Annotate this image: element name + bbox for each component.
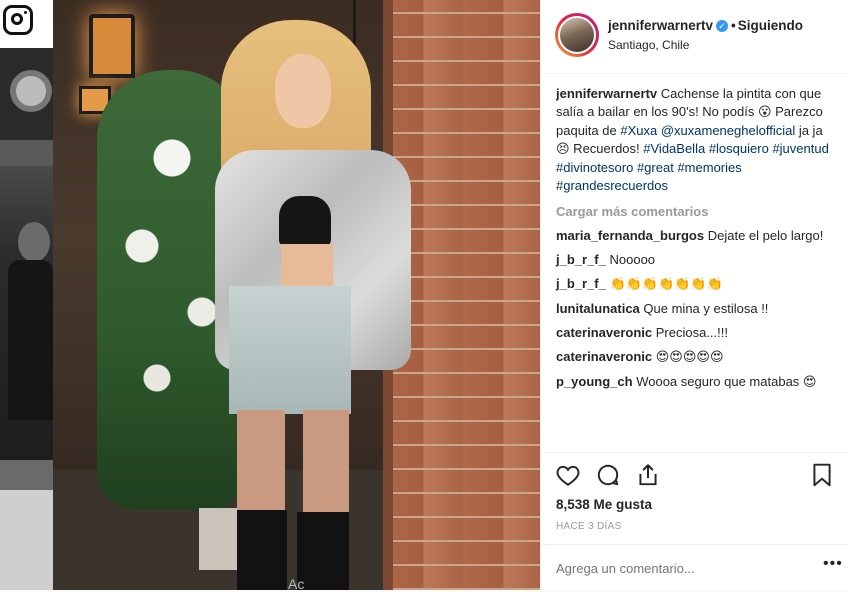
- load-more-comments-button[interactable]: Cargar más comentarios: [556, 203, 836, 221]
- instagram-icon[interactable]: [3, 5, 33, 35]
- comment-icon[interactable]: [595, 462, 621, 488]
- comment-username[interactable]: caterinaveronic: [556, 325, 652, 340]
- hashtag-link[interactable]: #memories: [677, 160, 741, 175]
- comment-username[interactable]: lunitalunatica: [556, 301, 640, 316]
- caption-username[interactable]: jenniferwarnertv: [556, 86, 657, 101]
- comment-item: j_b_r_f_ Nooooo: [556, 251, 836, 269]
- post-photo[interactable]: [53, 0, 540, 590]
- comment-item: caterinaveronic Preciosa...!!!: [556, 324, 836, 342]
- backdrop-image: [0, 490, 53, 590]
- hashtag-link[interactable]: #juventud: [772, 141, 828, 156]
- bookmark-icon[interactable]: [809, 462, 835, 488]
- hashtag-link[interactable]: #VidaBella: [643, 141, 705, 156]
- comment-text: Woooa seguro que matabas 😍: [636, 374, 817, 389]
- comment-item: maria_fernanda_burgos Dejate el pelo lar…: [556, 227, 836, 245]
- comment-input[interactable]: [556, 561, 806, 576]
- avatar[interactable]: [555, 13, 599, 57]
- add-comment-box: •••: [541, 544, 848, 590]
- post-panel: jenniferwarnertv ✓ • Siguiendo Santiago, Ch…: [540, 0, 848, 590]
- hashtag-link[interactable]: #great: [637, 160, 674, 175]
- comment-text: Que mina y estilosa !!: [643, 301, 769, 316]
- astonished-emoji: 😮: [757, 105, 772, 120]
- separator: •: [731, 18, 736, 33]
- comment-username[interactable]: j_b_r_f_: [556, 252, 606, 267]
- comment-text: Nooooo: [609, 252, 656, 267]
- comment-item: j_b_r_f_ 👏👏👏👏👏👏👏: [556, 275, 836, 294]
- header-username[interactable]: jenniferwarnertv: [608, 18, 713, 33]
- comment-username[interactable]: p_young_ch: [556, 374, 633, 389]
- comment-item: lunitalunatica Que mina y estilosa !!: [556, 300, 836, 318]
- share-icon[interactable]: [635, 462, 661, 488]
- post-caption: jenniferwarnertv Cachense la pintita con…: [556, 86, 829, 193]
- persevering-emoji: 😣: [556, 142, 570, 157]
- backdrop-image-person: [0, 166, 53, 460]
- comment-item: caterinaveronic 😍😍😍😍😍: [556, 348, 836, 367]
- following-button[interactable]: Siguiendo: [738, 18, 803, 33]
- post-timestamp: HACE 3 DÍAS: [556, 521, 622, 532]
- hashtag-link[interactable]: #grandesrecuerdos: [556, 178, 668, 193]
- background-feed: [0, 0, 53, 590]
- post-header: jenniferwarnertv ✓ • Siguiendo Santiago, Ch…: [541, 0, 848, 74]
- comments-list: jenniferwarnertv Cachense la pintita con…: [556, 85, 836, 391]
- comment-text: 😍😍😍😍😍: [655, 350, 724, 365]
- divider: [541, 452, 848, 453]
- more-options-icon[interactable]: •••: [823, 555, 843, 573]
- lamp: [89, 14, 135, 78]
- comment-username[interactable]: j_b_r_f_: [556, 276, 606, 291]
- comment-text: 👏👏👏👏👏👏👏: [609, 277, 723, 292]
- hashtag-link[interactable]: #losquiero: [709, 141, 769, 156]
- location-link[interactable]: Santiago, Chile: [608, 38, 689, 52]
- backdrop-image-truck: [0, 48, 53, 140]
- comment-username[interactable]: maria_fernanda_burgos: [556, 228, 704, 243]
- action-bar: [555, 462, 835, 490]
- hashtag-link[interactable]: #divinotesoro: [556, 160, 633, 175]
- likes-count[interactable]: 8,538 Me gusta: [556, 497, 652, 512]
- hashtag-link[interactable]: #Xuxa: [620, 123, 657, 138]
- verified-icon: ✓: [716, 20, 729, 33]
- comment-item: p_young_ch Woooa seguro que matabas 😍: [556, 373, 836, 391]
- comment-username[interactable]: caterinaveronic: [556, 349, 652, 364]
- comment-text: Dejate el pelo largo!: [707, 228, 824, 243]
- comment-text: Preciosa...!!!: [655, 325, 728, 340]
- person-face: [275, 54, 331, 128]
- mention-link[interactable]: @xuxameneghelofficial: [661, 123, 795, 138]
- backdrop-header: [0, 0, 53, 48]
- heart-icon[interactable]: [555, 462, 581, 488]
